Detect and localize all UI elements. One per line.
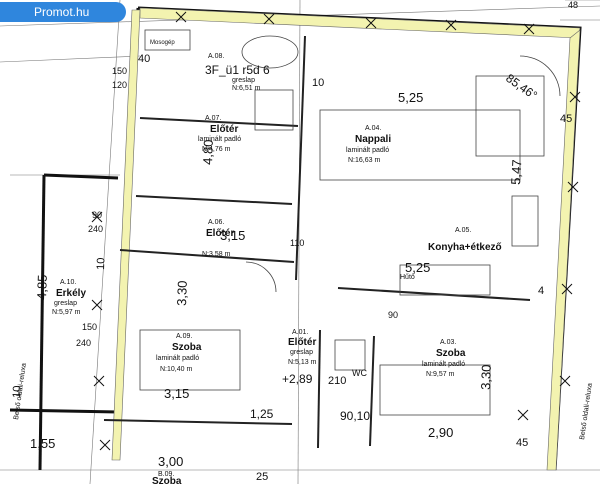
room-a10-area: N:5,97 m	[52, 309, 81, 316]
note-side-right: Belső oldali-reluxa	[579, 383, 594, 441]
room-a03-floor: laminált padló	[422, 361, 465, 368]
floor-label: 3F_ü1 r5d 6	[205, 63, 270, 77]
note-hutő: Hűtő	[400, 274, 415, 281]
dim-90-b: 90	[388, 310, 398, 320]
dim-3-00: 3,00	[158, 454, 183, 469]
room-a04-code: A.04.	[365, 125, 381, 132]
room-a01-area: N:5,13 m	[288, 359, 317, 366]
room-a04-floor: laminált padló	[346, 147, 389, 154]
dim-120: 120	[112, 80, 127, 90]
dim-10-c: 10	[95, 257, 107, 270]
room-a07-name: Előtér	[210, 124, 238, 135]
dim-3-30-b: 3,30	[478, 364, 494, 390]
dim-45-b: 45	[516, 437, 528, 449]
dim-4: 4	[538, 285, 544, 297]
dim-1-25: 1,25	[250, 407, 274, 421]
dim-3-30-a: 3,30	[174, 280, 190, 306]
dim-3-15-b: 3,15	[164, 386, 189, 401]
top-right-dim: 48	[568, 0, 578, 10]
room-a08-code: A.08.	[208, 53, 224, 60]
room-a06-area: N:3,58 m	[202, 251, 231, 258]
dim-150-a: 150	[112, 66, 127, 76]
dim-3-15-a: 3,15	[220, 228, 245, 243]
room-a06-code: A.06.	[208, 219, 224, 226]
dim-4-80: 4,80	[200, 139, 216, 165]
room-a03-name: Szoba	[436, 348, 466, 359]
room-a09-floor: laminált padló	[156, 355, 199, 362]
room-a09-name: Szoba	[172, 342, 202, 353]
room-a08-floor: greslap	[232, 77, 255, 84]
dim-5-47: 5,47	[508, 159, 524, 185]
dim-210: 210	[328, 375, 346, 387]
room-a01-name: Előtér	[288, 337, 316, 348]
room-a01-floor: greslap	[290, 349, 313, 356]
room-a03-area: N:9,57 m	[426, 371, 455, 378]
room-b09-name: Szoba	[152, 476, 182, 484]
dim-110: 110	[290, 238, 304, 248]
dim-25: 25	[256, 471, 268, 483]
dim-90-10: 90,10	[340, 409, 370, 423]
room-a10-floor: greslap	[54, 300, 77, 307]
room-a04-area: N:16,63 m	[348, 157, 380, 164]
dim-10-a: 10	[312, 77, 324, 89]
room-a10-code: A.10.	[60, 279, 76, 286]
note-wc: WC	[352, 368, 367, 378]
room-a09-area: N:10,40 m	[160, 366, 192, 373]
room-a01-code: A.01.	[292, 329, 308, 336]
room-a03-code: A.03.	[440, 339, 456, 346]
room-a08-area: N:6,51 m	[232, 85, 261, 92]
dim-40-a: 40	[138, 53, 150, 65]
dim-150-b: 150	[82, 322, 97, 332]
dim-1-55: 1,55	[30, 436, 55, 451]
dim-2-90: 2,90	[428, 425, 453, 440]
floor-plan: 48 3F_ü1 r5d 6 85,46° A.08. Mosogép gres…	[0, 0, 600, 484]
dim-plus-2-89: +2,89	[282, 372, 313, 386]
room-a08-name: Mosogép	[150, 40, 175, 46]
promot-badge[interactable]: Promot.hu	[0, 2, 126, 22]
dim-5-25-top: 5,25	[398, 90, 423, 105]
dim-240-b: 240	[76, 338, 91, 348]
dim-240-a: 240	[88, 224, 103, 234]
room-a05-name: Konyha+étkező	[428, 242, 502, 253]
room-a10-name: Erkély	[56, 288, 86, 299]
room-a09-code: A.09.	[176, 333, 192, 340]
dim-5-25-b: 5,25	[405, 260, 430, 275]
dim-45: 45	[560, 113, 572, 125]
dim-90-a: 90	[92, 210, 102, 220]
room-a04-name: Nappali	[355, 134, 391, 145]
room-a07-code: A.07.	[205, 115, 221, 122]
room-a05-code: A.05.	[455, 227, 471, 234]
dim-4-85: 4,85	[34, 274, 50, 300]
